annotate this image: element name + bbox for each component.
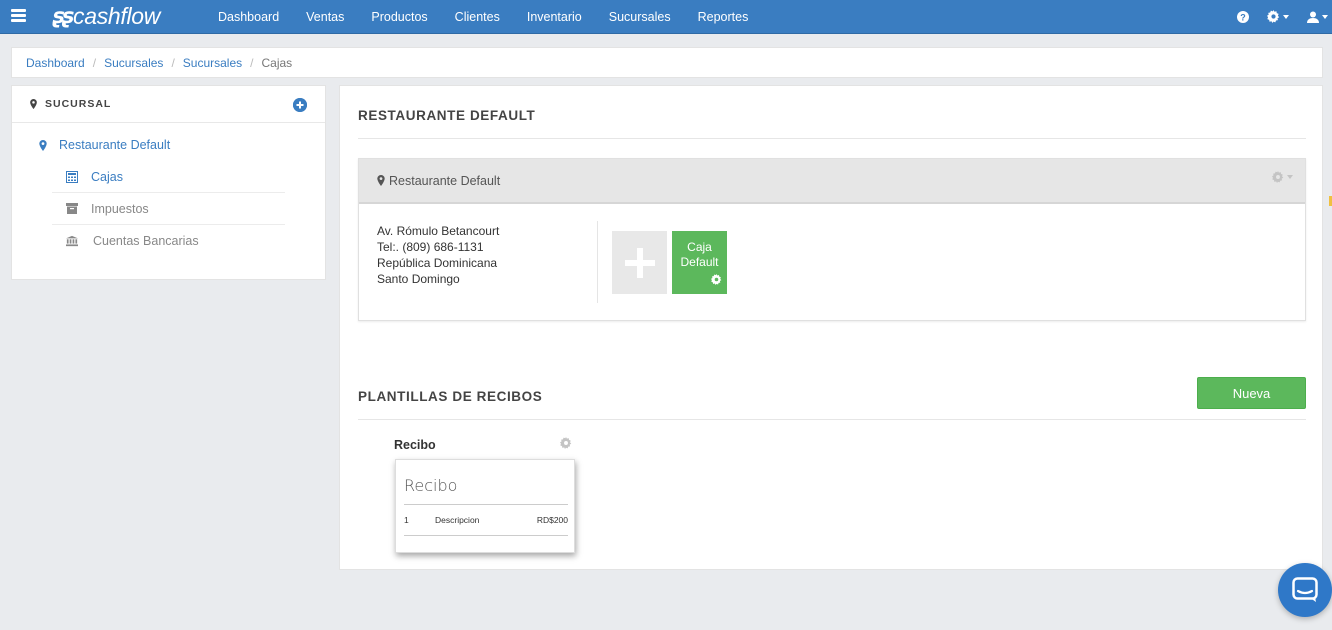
breadcrumb-current: Cajas [261,55,293,70]
archive-icon [66,203,78,214]
gear-icon [1267,10,1280,23]
sidebar-branch-link[interactable]: Restaurante Default [39,138,170,152]
map-marker-icon [30,99,37,109]
phone-line: Tel:. (809) 686-1131 [377,240,484,254]
receipt-template-preview[interactable]: Recibo 1 Descripcion RD$200 [395,459,575,553]
add-branch-button[interactable] [293,98,307,112]
gear-icon [1272,171,1284,183]
breadcrumb: Dashboard / Sucursales / Sucursales / Ca… [11,47,1323,78]
caja-name-line2: Default [680,255,719,269]
chat-launcher-button[interactable] [1278,563,1332,617]
settings-dropdown[interactable] [1267,10,1289,23]
sidebar-panel: SUCURSAL Restaurante Default Cajas Impue… [11,85,326,280]
branch-address: Av. Rómulo Betancourt Tel:. (809) 686-11… [377,223,499,287]
nav-ventas[interactable]: Ventas [306,10,344,24]
vertical-divider [597,221,598,303]
top-right-actions: ? [1237,0,1332,33]
breadcrumb-separator: / [92,55,97,70]
brand-name: cashflow [73,2,161,29]
chevron-down-icon [1322,14,1328,19]
branch-card: Restaurante Default Av. Rómulo Betancour… [358,158,1306,321]
map-marker-icon [39,139,47,151]
plus-circle-icon [293,98,307,112]
breadcrumb-sucursales[interactable]: Sucursales [104,56,163,70]
top-navbar: ʂʂ cashflow Dashboard Ventas Productos C… [0,0,1332,34]
chevron-down-icon [1283,14,1289,19]
chevron-down-icon [1287,175,1293,179]
gear-icon [560,437,572,449]
user-icon [1307,11,1319,23]
receipt-line-item: 1 Descripcion RD$200 [404,515,568,525]
brand-logo[interactable]: ʂʂ cashflow [52,3,160,29]
sidebar-item-cajas[interactable]: Cajas [52,161,285,193]
divider [358,138,1306,139]
sidebar-item-cuentas-bancarias[interactable]: Cuentas Bancarias [52,225,285,257]
address-line: Av. Rómulo Betancourt [377,224,500,238]
plus-icon [624,247,655,278]
logo-mark-icon: ʂʂ [52,4,74,28]
bank-icon [66,235,78,247]
receipt-amount: RD$200 [536,515,568,525]
sidebar-item-label: Impuestos [91,201,149,216]
main-panel: RESTAURANTE DEFAULT Restaurante Default … [339,85,1323,570]
nav-inventario[interactable]: Inventario [527,10,582,24]
breadcrumb-dashboard[interactable]: Dashboard [26,56,85,70]
branch-card-title: Restaurante Default [389,173,501,188]
help-button[interactable]: ? [1237,10,1249,23]
menu-icon[interactable] [11,9,26,22]
divider [358,419,1306,420]
sidebar-item-label: Cajas [91,169,123,184]
nav-reportes[interactable]: Reportes [698,10,749,24]
main-nav: Dashboard Ventas Productos Clientes Inve… [218,0,775,33]
sidebar-header: SUCURSAL [12,86,325,123]
nav-clientes[interactable]: Clientes [455,10,500,24]
receipt-divider [404,504,568,505]
nav-sucursales[interactable]: Sucursales [609,10,671,24]
branch-settings-dropdown[interactable] [1272,171,1293,183]
question-circle-icon: ? [1237,10,1249,23]
sidebar-item-impuestos[interactable]: Impuestos [52,193,285,225]
new-template-button[interactable]: Nueva [1197,377,1306,409]
sidebar-item-label: Cuentas Bancarias [93,234,199,248]
breadcrumb-separator: / [171,55,175,70]
receipt-description: Descripcion [435,515,480,525]
calculator-icon [66,170,78,183]
chat-icon [1292,577,1318,602]
breadcrumb-separator: / [250,55,254,70]
add-caja-button[interactable] [612,231,667,294]
template-settings-icon[interactable] [560,437,572,452]
breadcrumb-sucursales-2[interactable]: Sucursales [183,56,242,70]
sidebar-branch-label: Restaurante Default [59,138,171,152]
branch-card-header: Restaurante Default [359,159,1305,204]
nav-dashboard[interactable]: Dashboard [218,10,279,24]
receipt-divider [404,535,568,536]
caja-settings-icon[interactable] [711,274,722,289]
sidebar-title: SUCURSAL [45,98,112,110]
city-line: Santo Domingo [377,272,460,286]
map-marker-icon [377,175,385,186]
user-dropdown[interactable] [1307,11,1328,23]
receipt-qty: 1 [404,515,409,525]
country-line: República Dominicana [377,256,498,270]
nav-productos[interactable]: Productos [371,10,427,24]
template-label: Recibo [394,438,436,452]
templates-title: PLANTILLAS DE RECIBOS [358,389,543,404]
page-title: RESTAURANTE DEFAULT [358,108,536,123]
caja-tile[interactable]: Caja Default [672,231,727,294]
receipt-preview-title: Recibo [404,476,458,495]
svg-text:?: ? [1240,12,1246,22]
caja-name-line1: Caja [687,240,712,254]
